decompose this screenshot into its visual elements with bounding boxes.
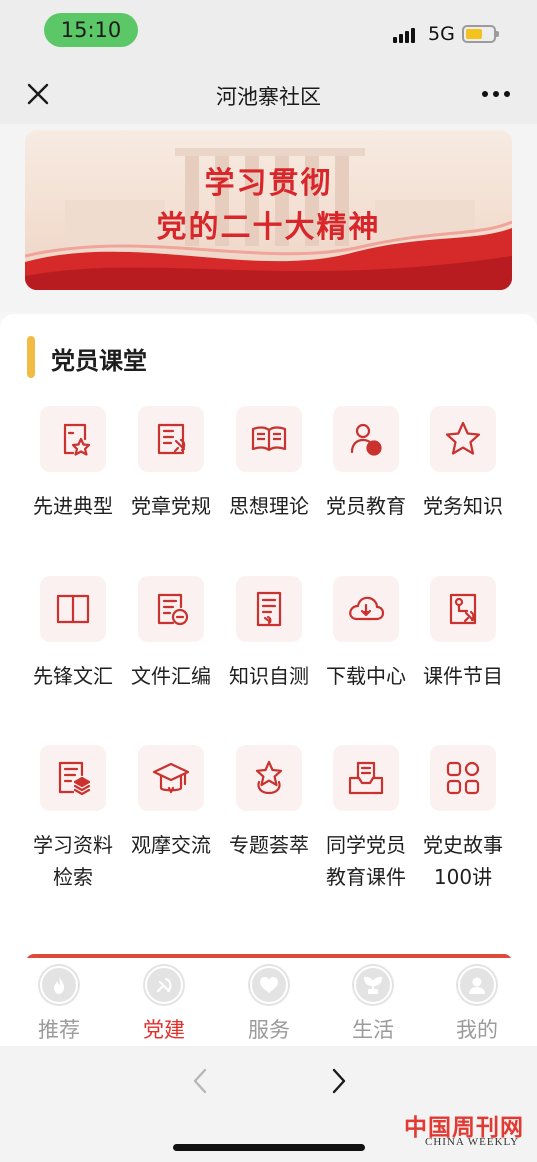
graduation-cap-icon xyxy=(138,745,204,811)
chevron-right-icon[interactable] xyxy=(323,1066,353,1096)
menu-item-study-material-search[interactable]: 学习资料检索 xyxy=(23,745,123,893)
nav-bar: 河池寨社区 xyxy=(0,64,537,124)
tab-label: 我的 xyxy=(456,1018,498,1042)
sprout-icon xyxy=(354,966,392,1004)
menu-item-label: 党史故事100讲 xyxy=(423,833,503,889)
tab-label: 服务 xyxy=(248,1018,290,1042)
banner-area: 学习贯彻 党的二十大精神 xyxy=(0,124,537,312)
party-document-icon xyxy=(138,406,204,472)
banner-title-line1: 学习贯彻 xyxy=(204,166,333,201)
tab-label: 推荐 xyxy=(38,1018,80,1042)
status-time[interactable]: 15:10 xyxy=(44,13,138,47)
tab-label: 生活 xyxy=(352,1018,394,1042)
tab-party-building[interactable]: 党建 xyxy=(112,966,216,1044)
tab-life[interactable]: 生活 xyxy=(321,966,425,1044)
party-file-icon xyxy=(138,576,204,642)
party-class-panel: 党员课堂 先进典型 党章党规 思想理论 党员教育 党务知识 先锋文汇 文件汇编 … xyxy=(0,314,537,958)
section-title: 党员课堂 xyxy=(51,347,147,375)
chevron-left-icon[interactable] xyxy=(186,1066,216,1096)
person-badge-icon xyxy=(333,406,399,472)
tab-recommend[interactable]: 推荐 xyxy=(7,966,111,1044)
search-document-icon xyxy=(40,745,106,811)
menu-item-classmate-courseware[interactable]: 同学党员教育课件 xyxy=(316,745,416,893)
menu-item-label: 党务知识 xyxy=(423,494,503,518)
menu-item-label: 文件汇编 xyxy=(131,664,211,688)
menu-item-member-education[interactable]: 党员教育 xyxy=(316,406,416,522)
menu-item-party-history-stories[interactable]: 党史故事100讲 xyxy=(413,745,513,893)
star-medal-icon xyxy=(236,745,302,811)
heart-hands-icon xyxy=(250,966,288,1004)
menu-item-label: 专题荟萃 xyxy=(229,833,309,857)
menu-item-label: 学习资料检索 xyxy=(33,833,113,889)
home-indicator[interactable] xyxy=(173,1144,365,1151)
status-bar: 15:10 5G xyxy=(0,0,537,64)
user-icon xyxy=(458,966,496,1004)
menu-item-ideology-theory[interactable]: 思想理论 xyxy=(219,406,319,522)
grid-apps-icon xyxy=(430,745,496,811)
more-icon[interactable] xyxy=(482,91,510,97)
tab-service[interactable]: 服务 xyxy=(217,966,321,1044)
menu-item-pioneer-models[interactable]: 先进典型 xyxy=(23,406,123,522)
menu-item-party-constitution[interactable]: 党章党规 xyxy=(121,406,221,522)
menu-item-topic-highlights[interactable]: 专题荟萃 xyxy=(219,745,319,861)
menu-item-label: 观摩交流 xyxy=(131,833,211,857)
menu-item-label: 党章党规 xyxy=(131,494,211,518)
menu-item-download-center[interactable]: 下载中心 xyxy=(316,576,416,692)
party-emblem-icon xyxy=(145,966,183,1004)
menu-item-label: 同学党员教育课件 xyxy=(326,833,406,889)
menu-item-label: 思想理论 xyxy=(229,494,309,518)
menu-item-label: 课件节目 xyxy=(423,664,503,688)
banner[interactable]: 学习贯彻 党的二十大精神 xyxy=(25,130,512,290)
book-icon xyxy=(40,576,106,642)
menu-item-self-test[interactable]: 知识自测 xyxy=(219,576,319,692)
menu-item-label: 知识自测 xyxy=(229,664,309,688)
menu-item-document-compilation[interactable]: 文件汇编 xyxy=(121,576,221,692)
menu-item-courseware-programs[interactable]: 课件节目 xyxy=(413,576,513,692)
test-paper-icon xyxy=(236,576,302,642)
tab-label: 党建 xyxy=(143,1018,185,1042)
banner-title-line2: 党的二十大精神 xyxy=(156,210,381,245)
tab-mine[interactable]: 我的 xyxy=(425,966,529,1044)
menu-item-label: 先锋文汇 xyxy=(33,664,113,688)
network-type: 5G xyxy=(428,23,455,45)
menu-item-label: 下载中心 xyxy=(326,664,406,688)
main-content: 学习贯彻 党的二十大精神 党员课堂 先进典型 党章党规 思想理论 党员教育 党务… xyxy=(0,124,537,958)
flame-icon xyxy=(40,966,78,1004)
menu-item-label: 党员教育 xyxy=(326,494,406,518)
signal-icon xyxy=(393,28,415,43)
page-title: 河池寨社区 xyxy=(216,85,321,109)
menu-item-label: 先进典型 xyxy=(33,494,113,518)
battery-icon xyxy=(462,25,499,43)
star-frame-icon xyxy=(40,406,106,472)
star-outline-icon xyxy=(430,406,496,472)
section-marker xyxy=(27,336,35,378)
browser-toolbar: 中国周刊网 CHINA WEEKLY xyxy=(0,1046,537,1162)
menu-item-vanguard-writings[interactable]: 先锋文汇 xyxy=(23,576,123,692)
menu-item-party-affairs[interactable]: 党务知识 xyxy=(413,406,513,522)
watermark-subtitle: CHINA WEEKLY xyxy=(425,1136,520,1148)
cloud-download-icon xyxy=(333,576,399,642)
inbox-document-icon xyxy=(333,745,399,811)
open-book-icon xyxy=(236,406,302,472)
menu-item-observe-exchange[interactable]: 观摩交流 xyxy=(121,745,221,861)
tab-bar: 推荐 党建 服务 生活 我的 xyxy=(0,958,537,1046)
courseware-icon xyxy=(430,576,496,642)
